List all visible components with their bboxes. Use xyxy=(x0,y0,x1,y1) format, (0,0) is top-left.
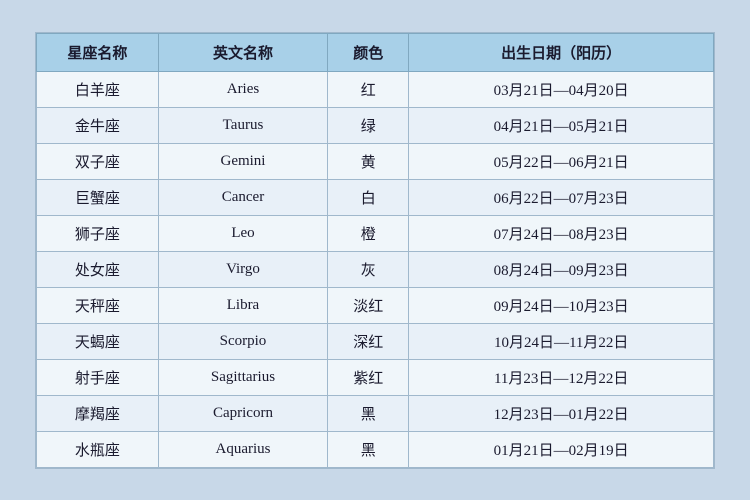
cell-chinese: 金牛座 xyxy=(37,107,159,143)
cell-chinese: 狮子座 xyxy=(37,215,159,251)
cell-color: 灰 xyxy=(328,251,409,287)
zodiac-table-container: 星座名称 英文名称 颜色 出生日期（阳历） 白羊座Aries红03月21日—04… xyxy=(35,32,715,469)
cell-color: 深红 xyxy=(328,323,409,359)
cell-date: 03月21日—04月20日 xyxy=(409,71,714,107)
table-row: 射手座Sagittarius紫红11月23日—12月22日 xyxy=(37,359,714,395)
cell-english: Taurus xyxy=(158,107,327,143)
cell-chinese: 双子座 xyxy=(37,143,159,179)
table-row: 天秤座Libra淡红09月24日—10月23日 xyxy=(37,287,714,323)
zodiac-table: 星座名称 英文名称 颜色 出生日期（阳历） 白羊座Aries红03月21日—04… xyxy=(36,33,714,468)
cell-date: 01月21日—02月19日 xyxy=(409,431,714,467)
cell-color: 黄 xyxy=(328,143,409,179)
cell-english: Libra xyxy=(158,287,327,323)
table-header-row: 星座名称 英文名称 颜色 出生日期（阳历） xyxy=(37,33,714,71)
cell-chinese: 处女座 xyxy=(37,251,159,287)
cell-color: 绿 xyxy=(328,107,409,143)
cell-english: Cancer xyxy=(158,179,327,215)
cell-color: 白 xyxy=(328,179,409,215)
cell-color: 橙 xyxy=(328,215,409,251)
header-chinese-name: 星座名称 xyxy=(37,33,159,71)
cell-english: Gemini xyxy=(158,143,327,179)
cell-date: 04月21日—05月21日 xyxy=(409,107,714,143)
cell-date: 09月24日—10月23日 xyxy=(409,287,714,323)
cell-english: Virgo xyxy=(158,251,327,287)
table-row: 双子座Gemini黄05月22日—06月21日 xyxy=(37,143,714,179)
table-row: 水瓶座Aquarius黑01月21日—02月19日 xyxy=(37,431,714,467)
cell-chinese: 天秤座 xyxy=(37,287,159,323)
table-row: 摩羯座Capricorn黑12月23日—01月22日 xyxy=(37,395,714,431)
table-row: 白羊座Aries红03月21日—04月20日 xyxy=(37,71,714,107)
cell-color: 黑 xyxy=(328,431,409,467)
cell-english: Sagittarius xyxy=(158,359,327,395)
cell-chinese: 白羊座 xyxy=(37,71,159,107)
cell-chinese: 天蝎座 xyxy=(37,323,159,359)
cell-color: 红 xyxy=(328,71,409,107)
cell-date: 11月23日—12月22日 xyxy=(409,359,714,395)
cell-date: 12月23日—01月22日 xyxy=(409,395,714,431)
cell-chinese: 水瓶座 xyxy=(37,431,159,467)
table-row: 狮子座Leo橙07月24日—08月23日 xyxy=(37,215,714,251)
header-color: 颜色 xyxy=(328,33,409,71)
header-english-name: 英文名称 xyxy=(158,33,327,71)
cell-english: Aquarius xyxy=(158,431,327,467)
cell-chinese: 摩羯座 xyxy=(37,395,159,431)
table-row: 巨蟹座Cancer白06月22日—07月23日 xyxy=(37,179,714,215)
table-row: 天蝎座Scorpio深红10月24日—11月22日 xyxy=(37,323,714,359)
cell-color: 淡红 xyxy=(328,287,409,323)
cell-color: 紫红 xyxy=(328,359,409,395)
cell-english: Scorpio xyxy=(158,323,327,359)
header-birthday: 出生日期（阳历） xyxy=(409,33,714,71)
table-body: 白羊座Aries红03月21日—04月20日金牛座Taurus绿04月21日—0… xyxy=(37,71,714,467)
cell-english: Capricorn xyxy=(158,395,327,431)
cell-date: 05月22日—06月21日 xyxy=(409,143,714,179)
cell-chinese: 射手座 xyxy=(37,359,159,395)
cell-chinese: 巨蟹座 xyxy=(37,179,159,215)
cell-english: Leo xyxy=(158,215,327,251)
cell-date: 08月24日—09月23日 xyxy=(409,251,714,287)
cell-color: 黑 xyxy=(328,395,409,431)
cell-date: 07月24日—08月23日 xyxy=(409,215,714,251)
cell-date: 06月22日—07月23日 xyxy=(409,179,714,215)
table-row: 金牛座Taurus绿04月21日—05月21日 xyxy=(37,107,714,143)
cell-english: Aries xyxy=(158,71,327,107)
cell-date: 10月24日—11月22日 xyxy=(409,323,714,359)
table-row: 处女座Virgo灰08月24日—09月23日 xyxy=(37,251,714,287)
